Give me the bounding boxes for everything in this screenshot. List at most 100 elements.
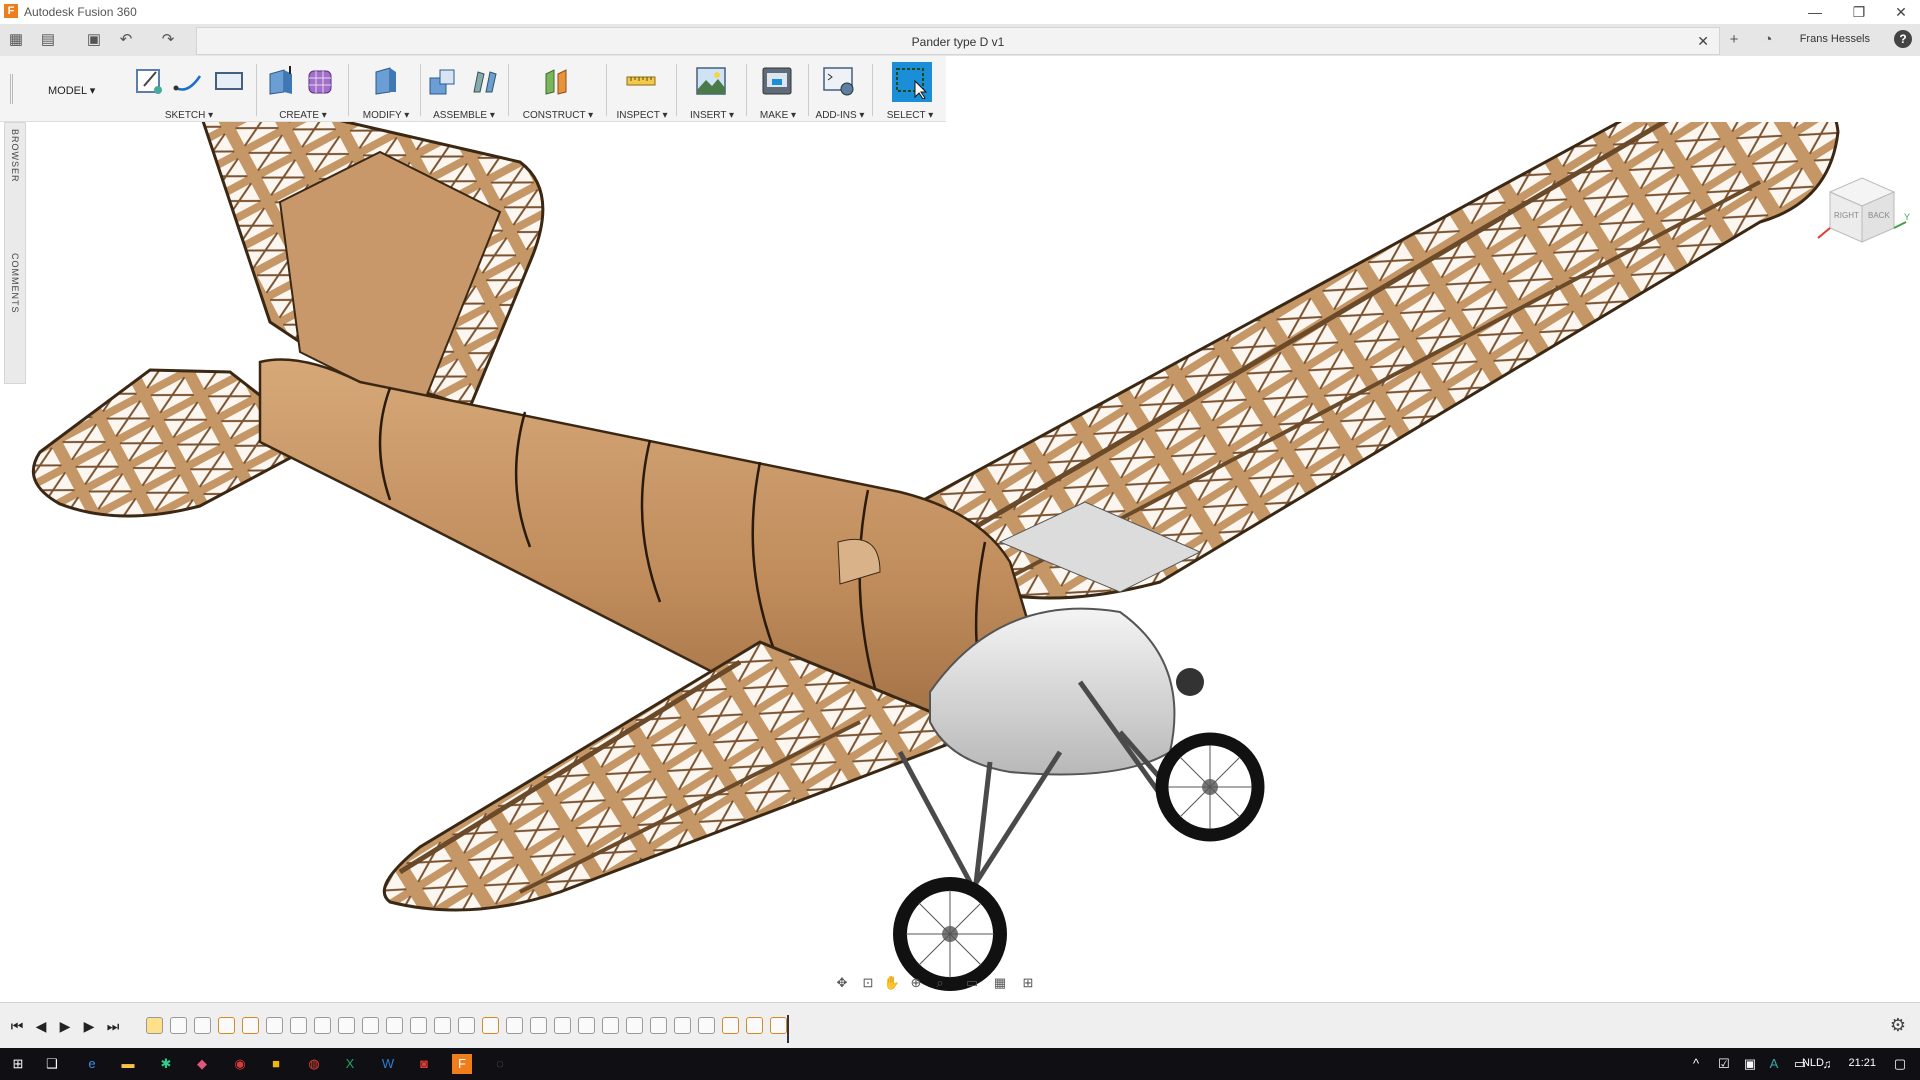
input-language[interactable]: NLD xyxy=(1802,1057,1824,1069)
zoom-icon[interactable]: ⊕ xyxy=(906,974,926,992)
app-icon[interactable]: ◌ xyxy=(490,1054,510,1074)
job-status-icon[interactable]: ◔ xyxy=(1758,30,1778,50)
insert-image-icon[interactable] xyxy=(694,64,728,98)
app-icon[interactable]: ■ xyxy=(266,1054,286,1074)
form-icon[interactable] xyxy=(304,64,338,98)
right-wheel[interactable] xyxy=(1155,732,1265,842)
timeline-feature-icon[interactable] xyxy=(386,1017,403,1034)
tray-icon[interactable]: ☑ xyxy=(1714,1054,1734,1074)
document-tab[interactable]: Pander type D v1 ✕ xyxy=(196,27,1720,55)
timeline-feature-icon[interactable] xyxy=(266,1017,283,1034)
create-sketch-icon[interactable] xyxy=(132,64,166,98)
timeline-marker[interactable] xyxy=(787,1015,789,1043)
timeline-settings-icon[interactable]: ⚙ xyxy=(1890,1015,1906,1036)
timeline-feature-icon[interactable] xyxy=(338,1017,355,1034)
clock[interactable]: 21:21 xyxy=(1848,1057,1876,1069)
play-icon[interactable]: ▶ xyxy=(56,1017,74,1035)
file-menu-icon[interactable]: ▤ xyxy=(38,30,58,50)
timeline-feature-icon[interactable] xyxy=(674,1017,691,1034)
new-component-icon[interactable] xyxy=(426,64,460,98)
redo-icon[interactable]: ↷ xyxy=(158,30,178,50)
offset-plane-icon[interactable] xyxy=(540,64,574,98)
grid-settings-icon[interactable]: ▦ xyxy=(990,974,1010,992)
save-icon[interactable]: ▣ xyxy=(84,30,104,50)
joint-icon[interactable] xyxy=(468,64,502,98)
timeline-feature-icon[interactable] xyxy=(458,1017,475,1034)
3d-print-icon[interactable] xyxy=(760,64,794,98)
timeline-feature-icon[interactable] xyxy=(146,1017,163,1034)
step-forward-icon[interactable]: ▶ xyxy=(80,1017,98,1035)
timeline-feature-icon[interactable] xyxy=(434,1017,451,1034)
action-center-icon[interactable]: ▢ xyxy=(1890,1054,1910,1074)
left-wheel[interactable] xyxy=(893,877,1007,991)
timeline-feature-icon[interactable] xyxy=(722,1017,739,1034)
fit-icon[interactable]: ⌕ xyxy=(930,974,950,992)
measure-icon[interactable] xyxy=(624,64,658,98)
pan-icon[interactable]: ✋ xyxy=(882,974,902,992)
chrome-icon[interactable]: ◍ xyxy=(304,1054,324,1074)
timeline-feature-icon[interactable] xyxy=(506,1017,523,1034)
word-icon[interactable]: W xyxy=(378,1054,398,1074)
timeline-feature-icon[interactable] xyxy=(170,1017,187,1034)
app-icon[interactable]: ◙ xyxy=(414,1054,434,1074)
modify-group[interactable]: MODIFY ▾ xyxy=(352,60,420,121)
timeline-feature-icon[interactable] xyxy=(410,1017,427,1034)
sketch-group[interactable]: SKETCH ▾ xyxy=(126,60,252,121)
excel-icon[interactable]: X xyxy=(340,1054,360,1074)
line-icon[interactable] xyxy=(172,64,206,98)
tray-icon[interactable]: A xyxy=(1764,1054,1784,1074)
file-explorer-icon[interactable]: ▬ xyxy=(118,1054,138,1074)
undo-icon[interactable]: ↶ xyxy=(116,30,136,50)
app-grid-icon[interactable]: ▦ xyxy=(6,30,26,50)
edge-icon[interactable]: e xyxy=(82,1054,102,1074)
timeline-feature-icon[interactable] xyxy=(242,1017,259,1034)
make-group[interactable]: MAKE ▾ xyxy=(750,60,806,121)
viewports-icon[interactable]: ⊞ xyxy=(1018,974,1038,992)
look-at-icon[interactable]: ⊡ xyxy=(858,974,878,992)
display-settings-icon[interactable]: ▭ xyxy=(962,974,982,992)
press-pull-icon[interactable] xyxy=(368,64,402,98)
tray-chevron-icon[interactable]: ^ xyxy=(1686,1054,1706,1074)
insert-group[interactable]: INSERT ▾ xyxy=(680,60,744,121)
minimize-button[interactable]: — xyxy=(1800,2,1830,22)
construct-group[interactable]: CONSTRUCT ▾ xyxy=(512,60,604,121)
timeline-feature-icon[interactable] xyxy=(770,1017,787,1034)
create-group[interactable]: CREATE ▾ xyxy=(262,60,344,121)
extrude-icon[interactable] xyxy=(264,64,298,98)
timeline-feature-icon[interactable] xyxy=(602,1017,619,1034)
timeline-feature-icon[interactable] xyxy=(290,1017,307,1034)
viewcube[interactable]: RIGHT BACK Y xyxy=(1817,177,1910,243)
timeline-feature-icon[interactable] xyxy=(746,1017,763,1034)
go-to-end-icon[interactable]: ⏭ xyxy=(104,1017,122,1035)
timeline-feature-icon[interactable] xyxy=(362,1017,379,1034)
workspace-dropdown[interactable]: MODEL ▾ xyxy=(48,84,95,97)
new-tab-icon[interactable]: + xyxy=(1724,30,1744,50)
3d-viewport[interactable]: RIGHT BACK Y xyxy=(0,122,1920,1002)
app-icon[interactable]: ◆ xyxy=(192,1054,212,1074)
timeline-feature-icon[interactable] xyxy=(698,1017,715,1034)
select-group[interactable]: SELECT ▾ xyxy=(876,60,944,121)
timeline-feature-icon[interactable] xyxy=(650,1017,667,1034)
timeline-feature-icon[interactable] xyxy=(194,1017,211,1034)
timeline-feature-icon[interactable] xyxy=(218,1017,235,1034)
timeline-feature-icon[interactable] xyxy=(626,1017,643,1034)
close-tab-icon[interactable]: ✕ xyxy=(1697,33,1709,50)
rectangle-icon[interactable] xyxy=(212,64,246,98)
timeline-feature-icon[interactable] xyxy=(482,1017,499,1034)
fuselage[interactable] xyxy=(258,358,1042,766)
help-icon[interactable]: ? xyxy=(1894,30,1912,48)
app-icon[interactable]: ✱ xyxy=(156,1054,176,1074)
timeline-feature-icon[interactable] xyxy=(554,1017,571,1034)
app-icon[interactable]: ◉ xyxy=(230,1054,250,1074)
orbit-icon[interactable]: ✥ xyxy=(832,974,852,992)
scripts-addins-icon[interactable] xyxy=(822,64,856,98)
toolbar-grip[interactable] xyxy=(10,74,13,104)
restore-button[interactable]: ❐ xyxy=(1844,2,1874,22)
fusion-taskbar-icon[interactable]: F xyxy=(452,1054,472,1074)
add-ins-group[interactable]: ADD-INS ▾ xyxy=(812,60,868,121)
start-icon[interactable]: ⊞ xyxy=(8,1054,28,1074)
task-view-icon[interactable]: ❑ xyxy=(42,1054,62,1074)
timeline-feature-icon[interactable] xyxy=(314,1017,331,1034)
go-to-start-icon[interactable]: ⏮ xyxy=(8,1017,26,1035)
tray-icon[interactable]: ▣ xyxy=(1740,1054,1760,1074)
